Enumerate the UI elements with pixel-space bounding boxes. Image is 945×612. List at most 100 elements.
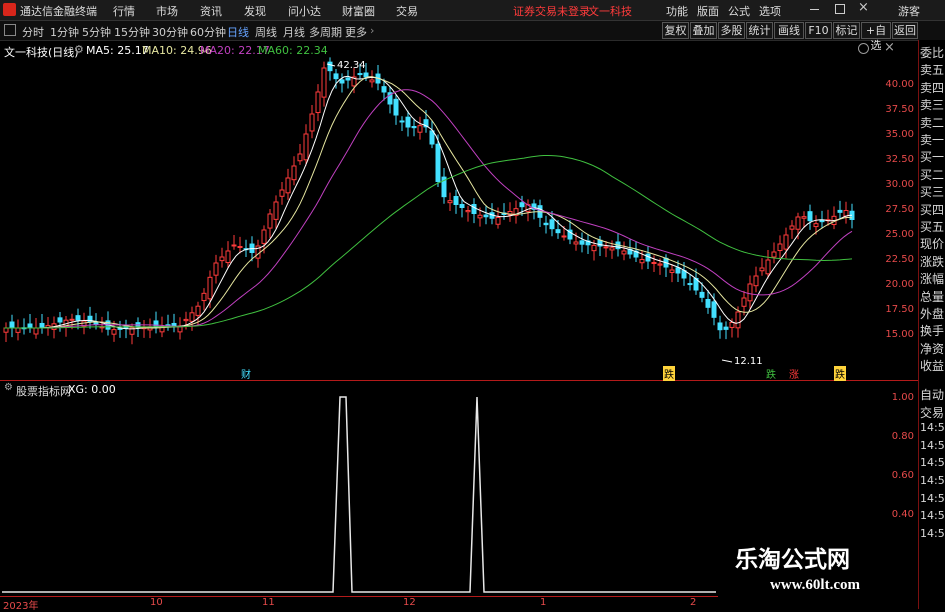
menu-item-market[interactable]: 市场 (156, 3, 178, 19)
menu-item-news[interactable]: 资讯 (200, 3, 222, 19)
candle-body[interactable] (195, 305, 201, 316)
candle-body[interactable] (231, 244, 237, 247)
candle-body[interactable] (315, 91, 321, 114)
candle-body[interactable] (603, 246, 609, 249)
candle-body[interactable] (495, 217, 501, 225)
candle-body[interactable] (363, 72, 369, 78)
f10-button[interactable]: F10 (805, 22, 832, 39)
candle-body[interactable] (57, 317, 63, 323)
maximize-icon[interactable] (835, 4, 845, 14)
period-tab-more[interactable]: 更多 (345, 24, 367, 40)
candle-body[interactable] (261, 229, 267, 244)
candle-body[interactable] (561, 235, 567, 238)
candle-body[interactable] (465, 210, 471, 213)
candle-body[interactable] (777, 243, 783, 252)
draw-line-button[interactable]: 画线 (774, 22, 804, 39)
menu-item-formula[interactable]: 公式 (728, 3, 750, 19)
candle-body[interactable] (699, 291, 705, 298)
period-tab-multi[interactable]: 多周期 (309, 24, 342, 40)
candle-body[interactable] (747, 283, 753, 302)
candle-body[interactable] (837, 209, 843, 213)
candle-body[interactable] (333, 73, 339, 80)
period-tab-30min[interactable]: 30分钟 (152, 24, 188, 40)
candle-body[interactable] (675, 267, 681, 274)
candle-body[interactable] (807, 211, 813, 222)
candle-body[interactable] (483, 214, 489, 218)
event-tag[interactable]: 跌 (766, 366, 776, 381)
candle-body[interactable] (75, 315, 81, 321)
overlay-button[interactable]: 叠加 (690, 22, 717, 39)
candle-body[interactable] (711, 301, 717, 318)
candle-body[interactable] (717, 322, 723, 331)
candle-body[interactable] (303, 133, 309, 161)
candle-body[interactable] (237, 246, 243, 248)
candle-body[interactable] (843, 210, 849, 217)
candle-body[interactable] (687, 283, 693, 286)
candle-body[interactable] (225, 250, 231, 264)
candle-body[interactable] (417, 125, 423, 133)
trade-login-alert[interactable]: 证券交易未登录 (513, 3, 590, 19)
guest-label[interactable]: 游客 (898, 3, 920, 19)
candle-body[interactable] (471, 204, 477, 214)
candle-body[interactable] (801, 216, 807, 219)
period-tab-weekly[interactable]: 周线 (255, 24, 277, 40)
candle-body[interactable] (33, 327, 39, 335)
candle-body[interactable] (213, 262, 219, 276)
candle-body[interactable] (519, 202, 525, 208)
candle-body[interactable] (621, 250, 627, 255)
back-button[interactable]: 返回 (892, 22, 918, 39)
period-tab-60min[interactable]: 60分钟 (190, 24, 226, 40)
candle-body[interactable] (771, 251, 777, 258)
candle-body[interactable] (753, 275, 759, 287)
adjust-button[interactable]: 复权 (662, 22, 689, 39)
candle-body[interactable] (741, 297, 747, 307)
candle-body[interactable] (477, 214, 483, 219)
add-watchlist-button[interactable]: +自选 (861, 22, 891, 52)
candle-body[interactable] (345, 77, 351, 81)
candle-body[interactable] (609, 247, 615, 251)
candle-body[interactable] (219, 256, 225, 262)
candle-body[interactable] (357, 73, 363, 76)
event-tag[interactable]: 跌 (663, 366, 675, 381)
candle-body[interactable] (735, 311, 741, 329)
event-tag[interactable]: 财 (241, 366, 251, 381)
candle-body[interactable] (369, 79, 375, 83)
candle-body[interactable] (393, 98, 399, 116)
menu-item-function[interactable]: 功能 (666, 3, 688, 19)
candle-body[interactable] (549, 219, 555, 230)
candle-body[interactable] (153, 320, 159, 328)
candle-body[interactable] (573, 241, 579, 245)
event-tag[interactable]: 涨 (789, 366, 799, 381)
menu-item-wealth[interactable]: 财富圈 (342, 3, 375, 19)
mark-button[interactable]: 标记 (833, 22, 860, 39)
candle-body[interactable] (3, 327, 9, 333)
period-tab-daily[interactable]: 日线 (227, 24, 249, 40)
candle-body[interactable] (795, 216, 801, 230)
more-chevron-icon[interactable]: › (370, 24, 374, 37)
candle-body[interactable] (705, 299, 711, 308)
candle-body[interactable] (39, 322, 45, 328)
menu-item-discover[interactable]: 发现 (244, 3, 266, 19)
candle-body[interactable] (591, 244, 597, 252)
candle-body[interactable] (207, 276, 213, 300)
candle-body[interactable] (399, 120, 405, 123)
candle-body[interactable] (93, 322, 99, 325)
candle-body[interactable] (651, 262, 657, 264)
candle-body[interactable] (183, 318, 189, 322)
candle-body[interactable] (453, 195, 459, 205)
statistics-button[interactable]: 统计 (746, 22, 773, 39)
candle-body[interactable] (273, 201, 279, 220)
candle-body[interactable] (9, 321, 15, 329)
layout-toggle-icon[interactable] (4, 24, 16, 36)
close-icon[interactable]: × (858, 0, 869, 15)
minimize-icon[interactable] (810, 9, 819, 10)
candle-body[interactable] (723, 326, 729, 330)
candle-body[interactable] (813, 223, 819, 228)
candle-body[interactable] (447, 200, 453, 204)
candle-body[interactable] (639, 259, 645, 264)
candle-body[interactable] (309, 113, 315, 132)
candle-body[interactable] (381, 86, 387, 93)
candle-body[interactable] (669, 269, 675, 273)
candle-body[interactable] (657, 263, 663, 266)
candle-body[interactable] (435, 143, 441, 183)
